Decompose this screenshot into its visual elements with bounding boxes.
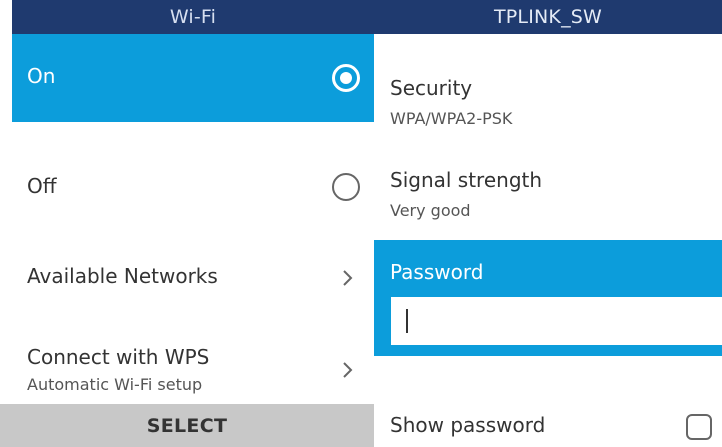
signal-strength-item[interactable]: Signal strength Very good (374, 122, 722, 220)
signal-strength-value: Very good (390, 201, 471, 220)
available-networks-item[interactable]: Available Networks (12, 210, 374, 298)
show-password-label: Show password (390, 413, 546, 437)
checkbox-unchecked-icon[interactable] (686, 414, 712, 440)
signal-strength-label: Signal strength (390, 168, 543, 192)
available-networks-label: Available Networks (27, 264, 218, 288)
connect-wps-sublabel: Automatic Wi-Fi setup (27, 375, 203, 394)
wifi-option-off[interactable]: Off (12, 122, 374, 210)
network-header-title: TPLINK_SW (493, 6, 603, 28)
wifi-settings-pane: Wi-Fi On Off Available Networks Connect … (12, 0, 374, 404)
network-header: TPLINK_SW (374, 0, 722, 34)
wifi-option-on[interactable]: On (12, 34, 374, 122)
password-label: Password (390, 260, 484, 284)
security-item[interactable]: Security WPA/WPA2-PSK (374, 34, 722, 128)
wifi-header: Wi-Fi (12, 0, 374, 34)
connect-wps-item[interactable]: Connect with WPS Automatic Wi-Fi setup (12, 298, 374, 404)
select-softkey[interactable]: SELECT (0, 415, 374, 437)
chevron-right-icon (343, 270, 353, 286)
security-label: Security (390, 76, 473, 100)
show-password-item[interactable]: Show password (374, 356, 722, 447)
chevron-right-icon (343, 362, 353, 378)
radio-unchecked-icon[interactable] (332, 173, 360, 201)
network-details-pane: TPLINK_SW Security WPA/WPA2-PSK Signal s… (374, 0, 722, 447)
left-margin (0, 0, 12, 404)
password-field[interactable] (391, 297, 722, 345)
wifi-option-off-label: Off (27, 174, 57, 198)
radio-dot (340, 72, 352, 84)
text-cursor (406, 309, 408, 333)
radio-checked-icon[interactable] (332, 64, 360, 92)
wifi-option-on-label: On (27, 64, 56, 88)
connect-wps-label: Connect with WPS (27, 345, 210, 369)
softkey-bar: SELECT (0, 404, 374, 447)
wifi-header-title: Wi-Fi (169, 6, 217, 28)
password-item[interactable]: Password (374, 240, 722, 356)
